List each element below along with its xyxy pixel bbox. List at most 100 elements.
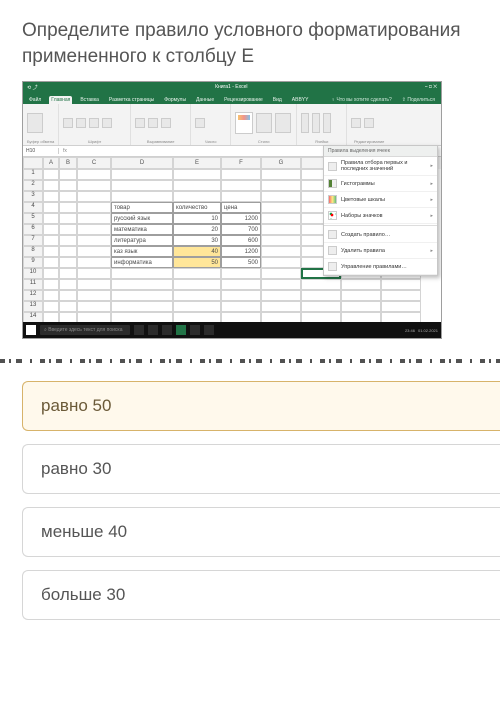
row-6[interactable]: 6 — [23, 224, 43, 235]
group-cells: Ячейки — [297, 104, 347, 145]
number-format-icon[interactable] — [195, 118, 205, 128]
dropdown-item-iconsets[interactable]: Наборы значков▸ — [324, 208, 437, 224]
cell-E6[interactable]: 20 — [173, 224, 221, 235]
dropdown-header[interactable]: Правила выделения ячеек — [324, 146, 437, 157]
col-F[interactable]: F — [221, 157, 261, 169]
fill-icon[interactable] — [102, 118, 112, 128]
cell-styles-icon[interactable] — [275, 113, 291, 133]
cell-D5[interactable]: русский язык — [111, 213, 173, 224]
paste-icon[interactable] — [27, 113, 43, 133]
header-количество[interactable]: количество — [173, 202, 221, 213]
cell-F8[interactable]: 1200 — [221, 246, 261, 257]
answer-option-2[interactable]: равно 30 — [22, 444, 500, 494]
cell-F6[interactable]: 700 — [221, 224, 261, 235]
taskbar-excel-icon[interactable] — [176, 325, 186, 335]
delete-cell-icon[interactable] — [312, 113, 320, 133]
name-box[interactable]: H10 — [23, 148, 59, 154]
dropdown-item-new-rule[interactable]: Создать правило… — [324, 227, 437, 243]
cell-D6[interactable]: математика — [111, 224, 173, 235]
manage-rules-icon — [328, 262, 337, 271]
row-7[interactable]: 7 — [23, 235, 43, 246]
row-13[interactable]: 13 — [23, 301, 43, 312]
tab-review[interactable]: Рецензирование — [222, 96, 265, 104]
taskbar-icon[interactable] — [204, 325, 214, 335]
cell-E9[interactable]: 50 — [173, 257, 221, 268]
cell-F9[interactable]: 500 — [221, 257, 261, 268]
share-button[interactable]: ⇪ Поделиться — [400, 96, 437, 104]
dropdown-label: Создать правило… — [341, 232, 390, 238]
window-controls[interactable]: ⎯ ◻ ✕ — [425, 84, 437, 90]
tab-insert[interactable]: Вставка — [78, 96, 101, 104]
cell-E8[interactable]: 40 — [173, 246, 221, 257]
sum-icon[interactable] — [351, 118, 361, 128]
system-tray[interactable]: 23:46 01.02.2021 — [405, 328, 438, 333]
cell-F7[interactable]: 600 — [221, 235, 261, 246]
label-number: Число — [195, 139, 226, 144]
bold-icon[interactable] — [89, 118, 99, 128]
col-D[interactable]: D — [111, 157, 173, 169]
col-B[interactable]: B — [59, 157, 77, 169]
header-цена[interactable]: цена — [221, 202, 261, 213]
row-3[interactable]: 3 — [23, 191, 43, 202]
col-G[interactable]: G — [261, 157, 301, 169]
row-1[interactable]: 1 — [23, 169, 43, 180]
font-icon[interactable] — [63, 118, 73, 128]
row-5[interactable]: 5 — [23, 213, 43, 224]
row-9[interactable]: 9 — [23, 257, 43, 268]
insert-cell-icon[interactable] — [301, 113, 309, 133]
cell-D7[interactable]: литература — [111, 235, 173, 246]
clear-rules-icon — [328, 246, 337, 255]
chevron-right-icon: ▸ — [430, 197, 433, 203]
windows-taskbar: ⌕ Введите здесь текст для поиска 23:46 0… — [23, 322, 441, 338]
cell-D8[interactable]: каз язык — [111, 246, 173, 257]
tab-view[interactable]: Вид — [271, 96, 284, 104]
tray-clock: 23:46 — [405, 328, 415, 333]
tab-abbyy[interactable]: ABBYY — [290, 96, 311, 104]
tab-formulas[interactable]: Формулы — [162, 96, 188, 104]
iconset-icon — [328, 211, 337, 220]
dropdown-item-manage-rules[interactable]: Управление правилами… — [324, 259, 437, 275]
dropdown-item-clear-rules[interactable]: Удалить правила▸ — [324, 243, 437, 259]
dropdown-item-bars[interactable]: Гистограммы▸ — [324, 176, 437, 192]
taskbar-icon[interactable] — [162, 325, 172, 335]
answer-option-1[interactable]: равно 50 — [22, 381, 500, 431]
dropdown-item-top-bottom[interactable]: Правила отбора первых и последних значен… — [324, 157, 437, 176]
cell-E5[interactable]: 10 — [173, 213, 221, 224]
format-cell-icon[interactable] — [323, 113, 331, 133]
cell-E7[interactable]: 30 — [173, 235, 221, 246]
tell-me[interactable]: ♀ Что вы хотите сделать? — [329, 96, 393, 104]
row-8[interactable]: 8 — [23, 246, 43, 257]
tab-layout[interactable]: Разметка страницы — [107, 96, 156, 104]
row-12[interactable]: 12 — [23, 290, 43, 301]
col-E[interactable]: E — [173, 157, 221, 169]
row-4[interactable]: 4 — [23, 202, 43, 213]
col-C[interactable]: C — [77, 157, 111, 169]
cell-F5[interactable]: 1200 — [221, 213, 261, 224]
wrap-icon[interactable] — [148, 118, 158, 128]
row-11[interactable]: 11 — [23, 279, 43, 290]
start-icon[interactable] — [26, 325, 36, 335]
tab-data[interactable]: Данные — [194, 96, 216, 104]
dropdown-item-scales[interactable]: Цветовые шкалы▸ — [324, 192, 437, 208]
sort-icon[interactable] — [364, 118, 374, 128]
group-clipboard: Буфер обмена — [23, 104, 59, 145]
taskbar-icon[interactable] — [134, 325, 144, 335]
align-icon[interactable] — [135, 118, 145, 128]
cell-D9[interactable]: информатика — [111, 257, 173, 268]
size-icon[interactable] — [76, 118, 86, 128]
row-2[interactable]: 2 — [23, 180, 43, 191]
taskbar-icon[interactable] — [190, 325, 200, 335]
tab-file[interactable]: Файл — [27, 96, 43, 104]
taskbar-search[interactable]: ⌕ Введите здесь текст для поиска — [40, 325, 130, 335]
col-A[interactable]: A — [43, 157, 59, 169]
tab-home[interactable]: Главная — [49, 96, 72, 104]
fx-icon[interactable]: fx — [59, 148, 71, 154]
merge-icon[interactable] — [161, 118, 171, 128]
header-товар[interactable]: товар — [111, 202, 173, 213]
row-10[interactable]: 10 — [23, 268, 43, 279]
taskbar-icon[interactable] — [148, 325, 158, 335]
answer-option-4[interactable]: больше 30 — [22, 570, 500, 620]
answer-option-3[interactable]: меньше 40 — [22, 507, 500, 557]
conditional-formatting-icon[interactable] — [235, 112, 253, 134]
format-table-icon[interactable] — [256, 113, 272, 133]
